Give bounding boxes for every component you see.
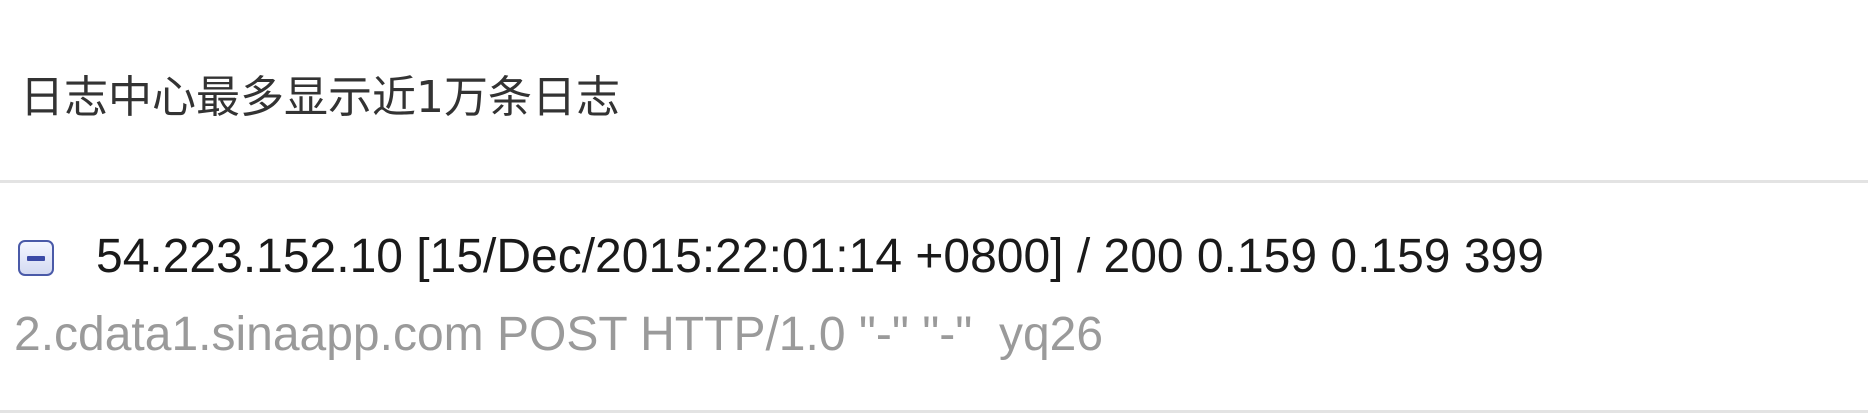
divider: [0, 410, 1868, 413]
log-limit-notice: 日志中心最多显示近1万条日志: [20, 72, 620, 123]
log-detail: 2.cdata1.sinaapp.com POST HTTP/1.0 "-" "…: [14, 308, 1104, 361]
minus-bar: [27, 256, 45, 261]
log-summary: 54.223.152.10 [15/Dec/2015:22:01:14 +080…: [96, 230, 1544, 283]
collapse-minus-icon[interactable]: [18, 240, 54, 276]
log-entry: [0, 183, 1868, 410]
